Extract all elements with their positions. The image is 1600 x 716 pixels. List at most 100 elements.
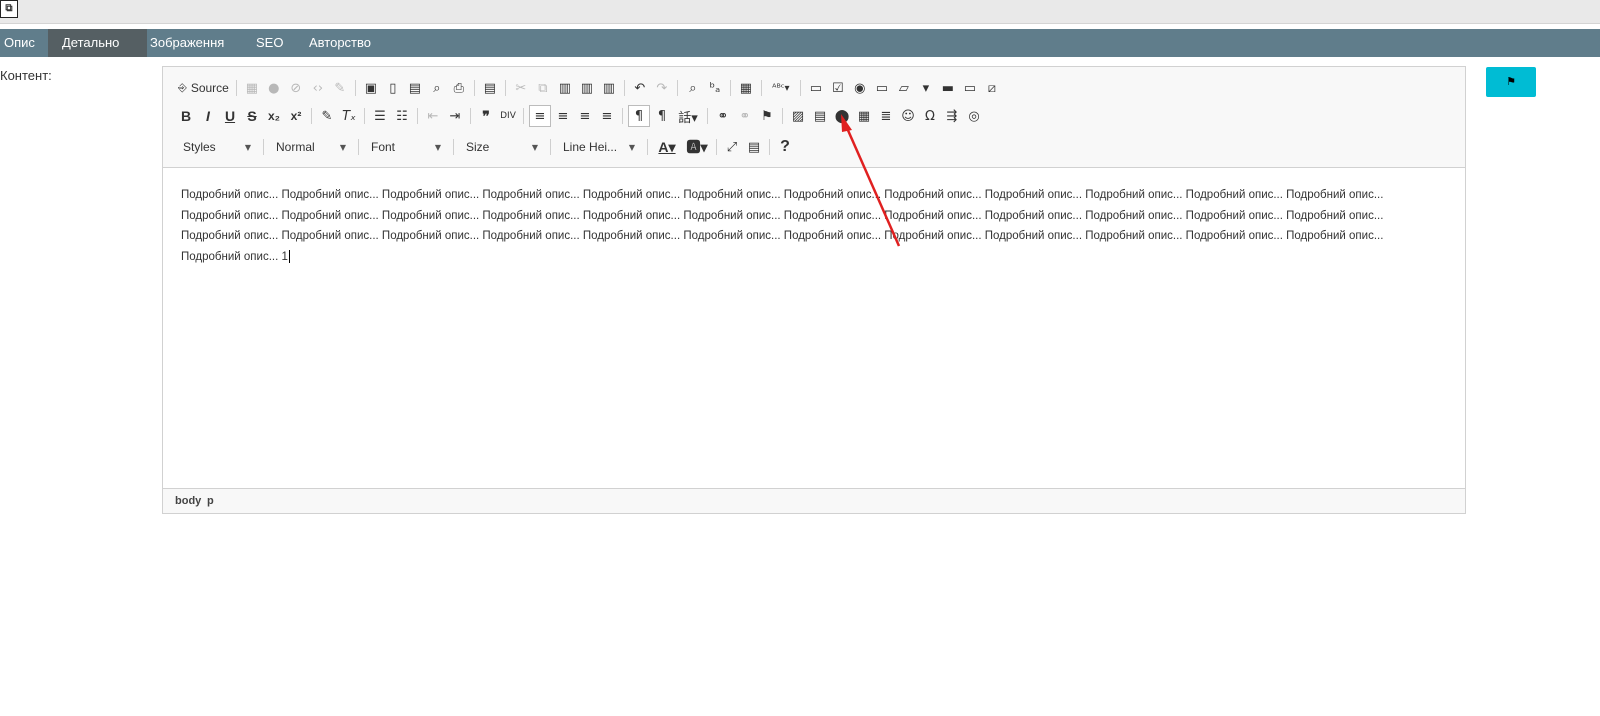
help-icon[interactable]: ? <box>775 137 795 157</box>
italic-icon[interactable]: I <box>198 106 218 126</box>
show-blocks-icon[interactable]: ▤ <box>744 137 764 157</box>
spellcheck-icon[interactable]: ᴬᴮᶜ▾ <box>767 78 795 98</box>
media-icon[interactable]: ▤ <box>810 106 830 126</box>
comment-icon[interactable]: ● <box>264 78 284 98</box>
superscript-icon[interactable]: x² <box>286 106 306 126</box>
font-dropdown[interactable]: Font ▼ <box>363 136 449 158</box>
separator <box>417 108 418 124</box>
path-p[interactable]: p <box>207 495 214 507</box>
form-icon[interactable]: ▭ <box>806 78 826 98</box>
template-icon[interactable]: ▦ <box>242 78 262 98</box>
page-break-icon[interactable]: ⇶ <box>942 106 962 126</box>
create-div-icon[interactable]: DIV <box>498 106 518 126</box>
format-dropdown[interactable]: Normal ▼ <box>268 136 354 158</box>
paste-word-icon[interactable]: ▥ <box>599 78 619 98</box>
hidden-field-icon[interactable]: ⧄ <box>982 78 1002 98</box>
separator <box>716 139 717 155</box>
separator <box>311 108 312 124</box>
separator <box>676 80 678 96</box>
replace-icon[interactable]: ᵇₐ <box>705 78 725 98</box>
separator <box>504 80 506 96</box>
editor-content-area[interactable]: Подробний опис... Подробний опис... Подр… <box>181 185 1446 267</box>
hide-comment-icon[interactable]: ⊘ <box>286 78 306 98</box>
line-height-dropdown[interactable]: Line Hei... ▼ <box>555 136 643 158</box>
restore-window-icon[interactable]: ⧉ <box>0 0 18 18</box>
copy-format-icon[interactable]: ✎ <box>317 106 337 126</box>
separator <box>760 80 762 96</box>
blockquote-icon[interactable]: ❞ <box>476 106 496 126</box>
bold-icon[interactable]: B <box>176 106 196 126</box>
top-bar: ⧉ <box>0 0 1600 24</box>
export-pdf-icon[interactable]: ▤ <box>405 78 425 98</box>
smiley-icon[interactable]: ☺ <box>898 106 918 126</box>
maximize-icon[interactable]: ⤢ <box>722 137 742 157</box>
source-button[interactable]: ⎆ Source <box>175 78 232 98</box>
code-snippet-icon[interactable]: ‹› <box>308 78 328 98</box>
textarea-icon[interactable]: ▱ <box>894 78 914 98</box>
paste-icon[interactable]: ▥ <box>555 78 575 98</box>
decrease-indent-icon[interactable]: ⇤ <box>423 106 443 126</box>
table-icon[interactable]: ▦ <box>854 106 874 126</box>
separator <box>729 80 731 96</box>
align-right-icon[interactable]: ≡ <box>575 106 595 126</box>
numbered-list-icon[interactable]: ☰ <box>370 106 390 126</box>
align-center-icon[interactable]: ≡ <box>553 106 573 126</box>
align-justify-icon[interactable]: ≡ <box>597 106 617 126</box>
paste-text-icon[interactable]: ▥ <box>577 78 597 98</box>
separator <box>782 108 783 124</box>
underline-icon[interactable]: U <box>220 106 240 126</box>
strikethrough-icon[interactable]: S <box>242 106 262 126</box>
horizontal-line-icon[interactable]: ≣ <box>876 106 896 126</box>
tab-authorship[interactable]: Авторство <box>295 29 371 57</box>
cut-icon[interactable]: ✂ <box>511 78 531 98</box>
font-dropdown-label: Font <box>371 140 396 154</box>
new-page-icon[interactable]: ▯ <box>383 78 403 98</box>
preview-icon[interactable]: ⌕ <box>427 78 447 98</box>
button-field-icon[interactable]: ▬ <box>938 78 958 98</box>
increase-indent-icon[interactable]: ⇥ <box>445 106 465 126</box>
styles-dropdown[interactable]: Styles ▼ <box>175 136 259 158</box>
spellcheck-hands-icon[interactable]: ✎ <box>330 78 350 98</box>
text-field-icon[interactable]: ▭ <box>872 78 892 98</box>
separator <box>647 139 648 155</box>
text-direction-rtl-icon[interactable]: ¶ <box>652 106 672 126</box>
save-button[interactable]: ⚑ <box>1486 67 1536 97</box>
image-icon[interactable]: ▨ <box>788 106 808 126</box>
tab-description[interactable]: Опис <box>0 29 38 57</box>
tab-images[interactable]: Зображення <box>136 29 224 57</box>
flash-icon[interactable]: ⬤ <box>832 106 852 126</box>
bulleted-list-icon[interactable]: ☷ <box>392 106 412 126</box>
tab-seo[interactable]: SEO <box>242 29 283 57</box>
text-direction-ltr-icon[interactable]: ¶ <box>628 105 650 127</box>
tab-details[interactable]: Детально <box>48 29 147 57</box>
templates-icon[interactable]: ▤ <box>480 78 500 98</box>
toolbar-row-1: ⎆ Source ▦ ● ⊘ ‹› ✎ ▣ ▯ ▤ ⌕ ⎙ ▤ ✂ ⧉ ▥ ▥ … <box>175 75 1003 101</box>
image-button-icon[interactable]: ▭ <box>960 78 980 98</box>
redo-icon[interactable]: ↷ <box>652 78 672 98</box>
checkbox-icon[interactable]: ☑ <box>828 78 848 98</box>
special-char-icon[interactable]: Ω <box>920 106 940 126</box>
undo-icon[interactable]: ↶ <box>630 78 650 98</box>
link-icon[interactable]: ⚭ <box>713 106 733 126</box>
separator <box>470 108 471 124</box>
path-body[interactable]: body <box>175 495 201 507</box>
language-icon[interactable]: 話▾ <box>674 106 702 126</box>
unlink-icon[interactable]: ⚭ <box>735 106 755 126</box>
iframe-icon[interactable]: ◎ <box>964 106 984 126</box>
select-all-icon[interactable]: ▦ <box>736 78 756 98</box>
align-left-icon[interactable]: ≡ <box>529 105 551 127</box>
select-field-icon[interactable]: ▾ <box>916 78 936 98</box>
background-color-icon[interactable]: 🅰▾ <box>683 137 711 157</box>
separator <box>623 80 625 96</box>
copy-icon[interactable]: ⧉ <box>533 78 553 98</box>
subscript-icon[interactable]: x₂ <box>264 106 284 126</box>
find-icon[interactable]: ⌕ <box>683 78 703 98</box>
size-dropdown[interactable]: Size ▼ <box>458 136 546 158</box>
radio-icon[interactable]: ◉ <box>850 78 870 98</box>
remove-format-icon[interactable]: Tₓ <box>339 106 359 126</box>
separator <box>523 108 524 124</box>
anchor-icon[interactable]: ⚑ <box>757 106 777 126</box>
text-color-icon[interactable]: A▾ <box>653 137 681 157</box>
save-icon[interactable]: ▣ <box>361 78 381 98</box>
print-icon[interactable]: ⎙ <box>449 78 469 98</box>
